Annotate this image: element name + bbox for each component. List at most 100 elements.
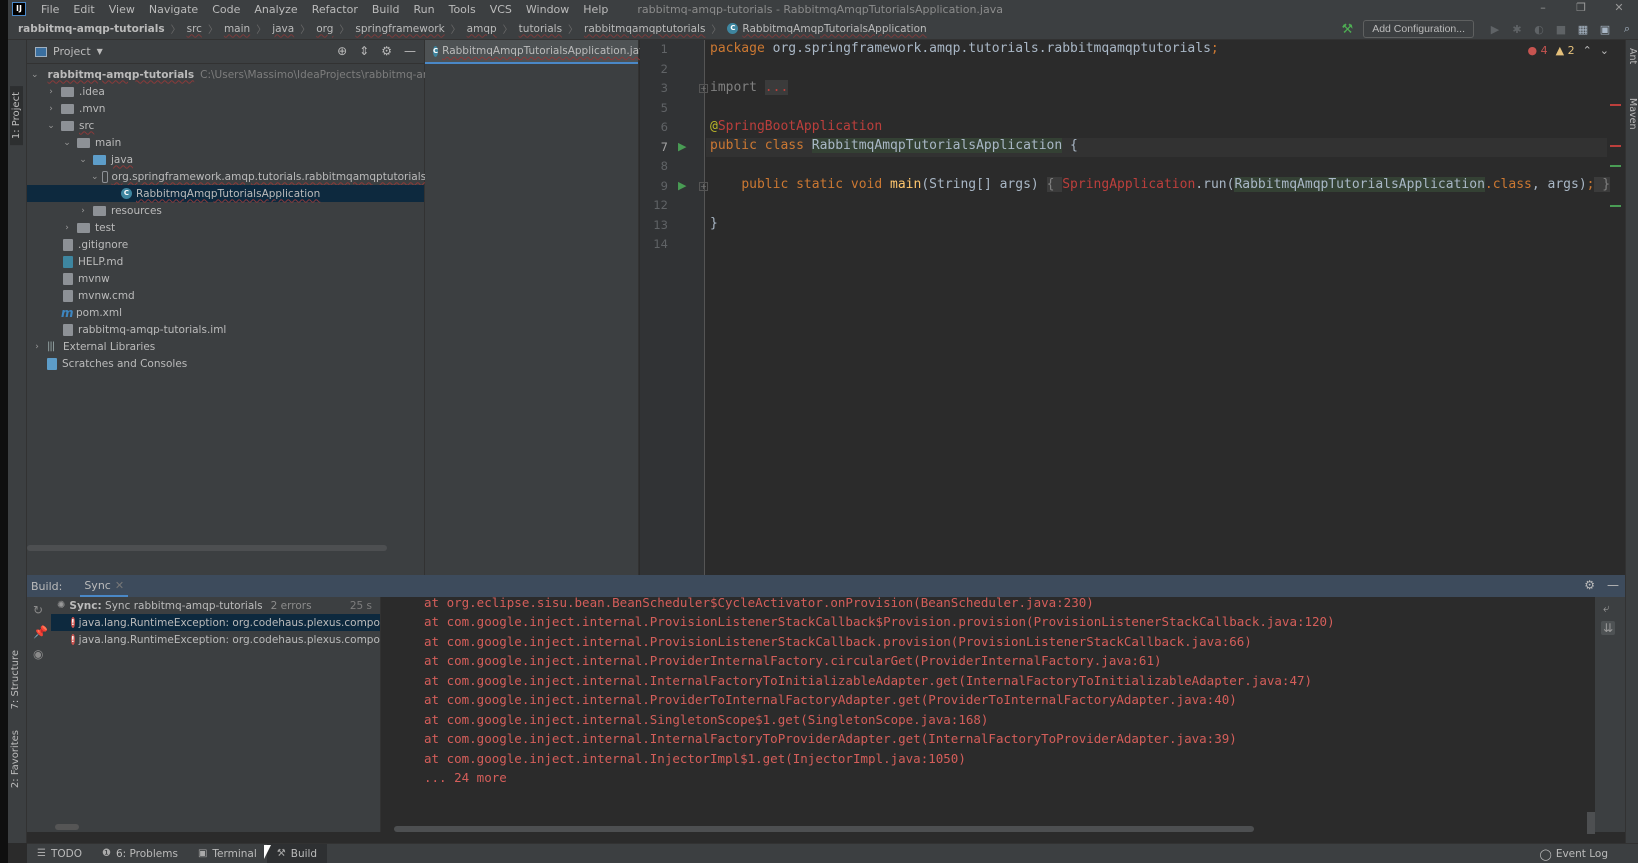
chevron-right-icon[interactable]: › xyxy=(31,342,43,352)
menu-analyze[interactable]: Analyze xyxy=(247,3,304,16)
tool-tab-build[interactable]: ⚒ Build xyxy=(266,843,328,863)
editor-tab-active[interactable]: C RabbitmqAmqpTutorialsApplication.java … xyxy=(425,40,669,64)
fold-expand-icon[interactable]: + xyxy=(699,182,708,191)
chevron-down-icon[interactable]: ⌄ xyxy=(61,138,73,148)
menu-help[interactable]: Help xyxy=(576,3,615,16)
tool-tab-terminal[interactable]: ▣ Terminal xyxy=(188,844,267,863)
error-marker[interactable] xyxy=(1610,104,1621,106)
ok-marker[interactable] xyxy=(1610,165,1621,167)
hide-panel-icon[interactable]: — xyxy=(1607,578,1619,592)
run-class-icon[interactable]: ▶ xyxy=(678,140,686,153)
horizontal-scrollbar[interactable] xyxy=(27,545,387,551)
coverage-icon[interactable]: ◐ xyxy=(1528,23,1550,36)
menu-edit[interactable]: Edit xyxy=(66,3,101,16)
fold-expand-icon[interactable]: + xyxy=(699,84,708,93)
tree-item-main[interactable]: ⌄ main xyxy=(27,134,424,151)
gear-icon[interactable]: ⚙ xyxy=(381,44,392,58)
chevron-down-icon[interactable]: ⌄ xyxy=(77,155,89,165)
restore-button[interactable]: ❐ xyxy=(1562,0,1600,18)
breadcrumb-item[interactable]: main xyxy=(224,23,250,35)
gear-icon[interactable]: ⚙ xyxy=(1584,578,1595,592)
project-structure-icon[interactable]: ▦ xyxy=(1572,23,1594,36)
tree-item-resources[interactable]: › resources xyxy=(27,202,424,219)
tool-tab-maven[interactable]: Maven xyxy=(1627,98,1638,130)
tool-tab-problems[interactable]: ❶ 6: Problems xyxy=(92,844,188,863)
menu-navigate[interactable]: Navigate xyxy=(142,3,205,16)
debug-icon[interactable]: ✱ xyxy=(1506,23,1528,36)
breadcrumb-item[interactable]: springframework xyxy=(355,23,444,35)
vertical-scrollbar[interactable] xyxy=(1587,812,1595,834)
chevron-down-icon[interactable]: ⌄ xyxy=(91,172,99,182)
tree-item-scratches[interactable]: Scratches and Consoles xyxy=(27,355,424,372)
breadcrumb-item-current[interactable]: RabbitmqAmqpTutorialsApplication xyxy=(742,23,926,35)
breadcrumb-item[interactable]: org xyxy=(316,23,333,35)
ok-marker[interactable] xyxy=(1610,205,1621,207)
scroll-to-end-icon[interactable]: ⇊ xyxy=(1601,621,1616,635)
menu-refactor[interactable]: Refactor xyxy=(305,3,365,16)
tool-tab-project[interactable]: 1: Project xyxy=(10,86,23,146)
chevron-right-icon[interactable]: › xyxy=(45,87,57,97)
tree-item-mvnw[interactable]: mvnw xyxy=(27,270,424,287)
menu-run[interactable]: Run xyxy=(407,3,442,16)
inspection-widget[interactable]: ● 4 ▲ 2 ⌃ ⌄ xyxy=(1527,44,1609,57)
tree-item-mvn[interactable]: › .mvn xyxy=(27,100,424,117)
chevron-down-icon[interactable]: ▼ xyxy=(97,47,103,56)
sync-root-row[interactable]: ✺ Sync: Sync rabbitmq-amqp-tutorials 2 e… xyxy=(51,597,380,614)
add-configuration-button[interactable]: Add Configuration... xyxy=(1363,20,1474,38)
menu-tools[interactable]: Tools xyxy=(442,3,483,16)
minimize-button[interactable]: – xyxy=(1524,0,1562,18)
breadcrumb-item[interactable]: src xyxy=(187,23,202,35)
horizontal-scrollbar[interactable] xyxy=(55,824,79,830)
tree-item-pom-xml[interactable]: m pom.xml xyxy=(27,304,424,321)
pin-icon[interactable]: 📌 xyxy=(33,625,48,639)
breadcrumb-item[interactable]: java xyxy=(272,23,294,35)
build-console[interactable]: at org.eclipse.sisu.bean.BeanScheduler$C… xyxy=(382,595,1595,834)
menu-code[interactable]: Code xyxy=(205,3,247,16)
tree-item-test[interactable]: › test xyxy=(27,219,424,236)
tree-item-gitignore[interactable]: .gitignore xyxy=(27,236,424,253)
horizontal-scrollbar[interactable] xyxy=(394,826,1254,832)
search-icon[interactable]: ⌕ xyxy=(1616,22,1638,36)
close-icon[interactable]: ✕ xyxy=(115,579,124,592)
warning-count[interactable]: ▲ 2 xyxy=(1556,44,1575,57)
tool-tab-ant[interactable]: Ant xyxy=(1627,48,1638,64)
tool-tab-favorites[interactable]: 2: Favorites xyxy=(10,730,21,788)
tree-item-src[interactable]: ⌄ src xyxy=(27,117,424,134)
breadcrumb-item[interactable]: tutorials xyxy=(519,23,562,35)
chevron-right-icon[interactable]: › xyxy=(77,206,89,216)
tab-sync[interactable]: Sync ✕ xyxy=(80,575,129,597)
tool-tab-structure[interactable]: 7: Structure xyxy=(10,650,21,709)
folded-imports[interactable]: ... xyxy=(764,80,789,95)
chevron-down-icon[interactable]: ⌄ xyxy=(45,121,57,131)
menu-file[interactable]: File xyxy=(34,3,66,16)
terminal-window-icon[interactable]: ▣ xyxy=(1594,23,1616,36)
tree-item-help-md[interactable]: HELP.md xyxy=(27,253,424,270)
tree-item-application-class[interactable]: C RabbitmqAmqpTutorialsApplication xyxy=(27,185,424,202)
event-log-button[interactable]: ◯ Event Log xyxy=(1540,844,1608,863)
menu-build[interactable]: Build xyxy=(365,3,407,16)
tree-item-iml[interactable]: rabbitmq-amqp-tutorials.iml xyxy=(27,321,424,338)
soft-wrap-icon[interactable]: ⤶ xyxy=(1603,601,1610,616)
chevron-right-icon[interactable]: › xyxy=(45,104,57,114)
breadcrumb-item[interactable]: rabbitmq-amqp-tutorials xyxy=(18,23,165,35)
hide-panel-icon[interactable]: — xyxy=(404,44,416,58)
breadcrumb-item[interactable]: rabbitmqamqptutorials xyxy=(584,23,705,35)
chevron-down-icon[interactable]: ⌄ xyxy=(31,70,39,80)
tree-item-package[interactable]: ⌄ org.springframework.amqp.tutorials.rabb… xyxy=(27,168,426,185)
chevron-right-icon[interactable]: › xyxy=(61,223,73,233)
eye-icon[interactable]: ◉ xyxy=(33,647,43,661)
stop-icon[interactable]: ■ xyxy=(1550,23,1572,36)
hammer-icon[interactable]: ⚒ xyxy=(1342,22,1354,37)
run-main-icon[interactable]: ▶ xyxy=(678,179,686,192)
tree-item-java[interactable]: ⌄ java xyxy=(27,151,424,168)
error-row[interactable]: ! java.lang.RuntimeException: org.codehau… xyxy=(51,614,380,631)
close-window-button[interactable]: ✕ xyxy=(1600,0,1638,18)
sync-refresh-icon[interactable]: ↻ xyxy=(33,603,43,617)
run-icon[interactable]: ▶ xyxy=(1484,23,1506,36)
menu-vcs[interactable]: VCS xyxy=(483,3,519,16)
error-row[interactable]: ! java.lang.RuntimeException: org.codehau… xyxy=(51,631,380,648)
collapse-all-icon[interactable]: ⇕ xyxy=(359,44,369,58)
project-view-selector[interactable]: Project xyxy=(53,45,91,58)
tree-item-project-root[interactable]: ⌄ rabbitmq-amqp-tutorials C:\Users\Massimo… xyxy=(27,66,472,83)
breadcrumb-item[interactable]: amqp xyxy=(467,23,497,35)
